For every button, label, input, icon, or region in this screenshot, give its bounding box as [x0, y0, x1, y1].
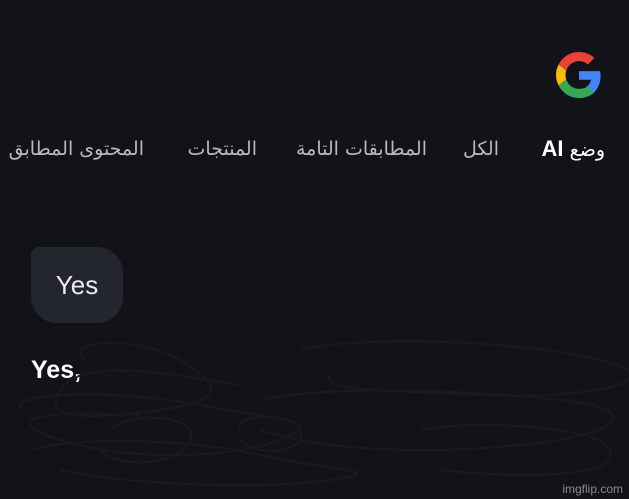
tab-ai-mode-prefix: وضع — [569, 139, 605, 161]
user-message-bubble: Yes — [31, 247, 123, 323]
user-message-text: Yes — [55, 269, 99, 300]
tab-ai-mode[interactable]: وضع AI — [542, 133, 605, 166]
tab-all[interactable]: الكل — [463, 133, 499, 165]
tab-ai-mode-word: AI — [541, 136, 564, 161]
tab-products[interactable]: المنتجات — [188, 133, 257, 165]
redaction-scribble — [18, 340, 629, 487]
tab-exact-matches[interactable]: المطابقات التامة — [296, 133, 427, 165]
search-tabs: وضع AI الكل المطابقات التامة المنتجات ال… — [0, 133, 629, 167]
google-g-icon[interactable] — [556, 52, 602, 98]
search-page: وضع AI الكل المطابقات التامة المنتجات ال… — [0, 0, 629, 499]
watermark: imgflip.com — [562, 482, 623, 496]
tab-matching-content[interactable]: المحتوى المطابق — [9, 133, 144, 165]
